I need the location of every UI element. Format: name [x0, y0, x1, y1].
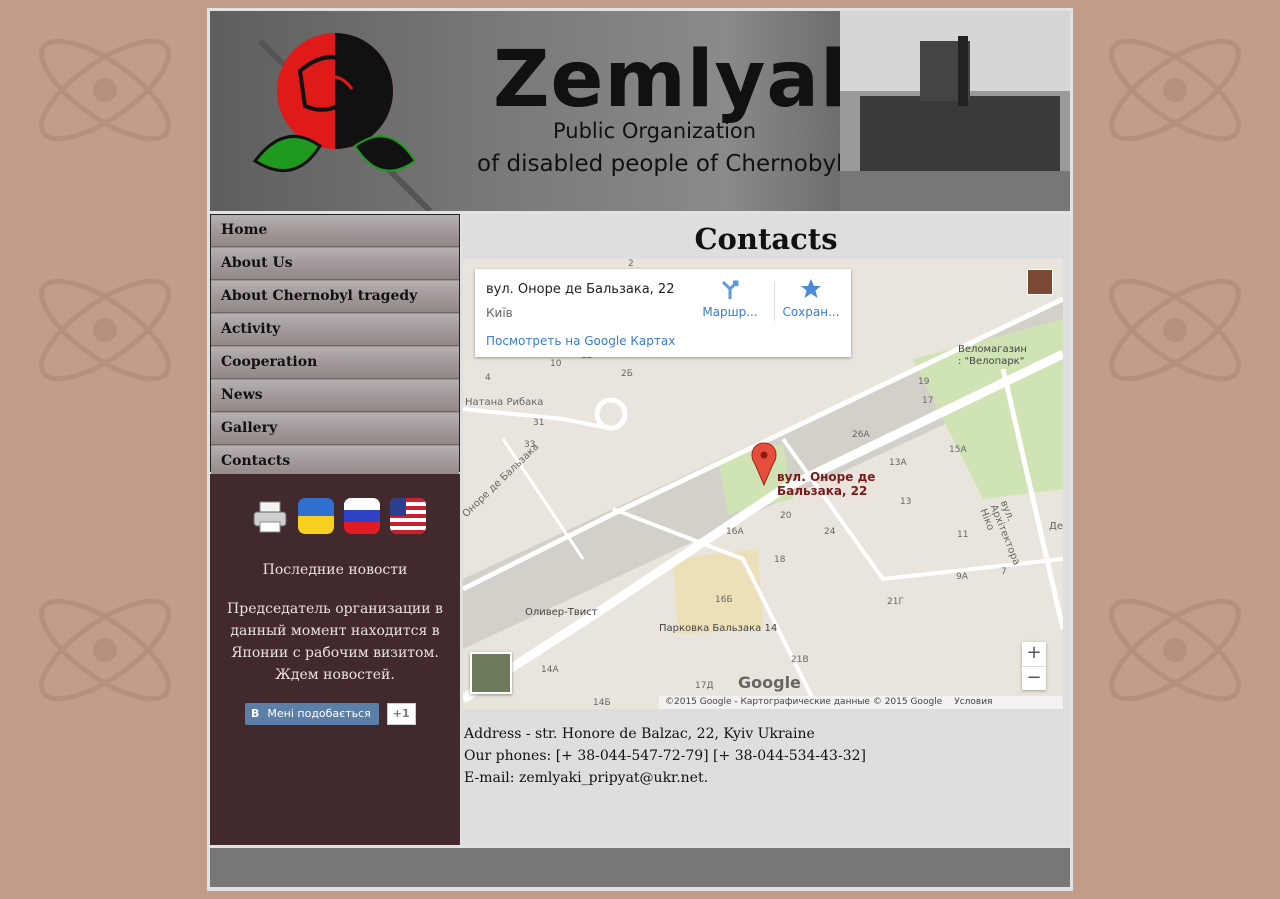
- contact-email: E-mail: zemlyaki_pripyat@ukr.net.: [464, 770, 709, 786]
- nav-item-cooperation[interactable]: Cooperation: [211, 347, 459, 379]
- latest-news-heading: Последние новости: [262, 562, 408, 578]
- flag-ukraine-icon[interactable]: [298, 498, 335, 534]
- latest-news-text: Председатель организации в данный момент…: [227, 601, 443, 683]
- map-poi-oliver-twist: Оливер-Твист: [525, 607, 598, 618]
- building-number: 18: [774, 555, 786, 565]
- building-number: 7: [1001, 567, 1007, 577]
- building-number: 17Д: [695, 681, 714, 691]
- building-number: 20: [780, 511, 792, 521]
- building-number: 21В: [791, 655, 809, 665]
- building-number: 31: [533, 418, 545, 428]
- map-info-card: вул. Оноре де Бальзака, 22 Київ Посмотре…: [475, 269, 851, 357]
- building-number: 19: [918, 377, 930, 387]
- site-footer: [210, 848, 1070, 887]
- map-poi-parking: Парковка Бальзака 14: [659, 623, 778, 634]
- building-number: 2: [628, 259, 634, 269]
- directions-button[interactable]: Маршр...: [698, 277, 762, 319]
- google-map-embed[interactable]: вул. Оноре де Бальзака Натана Рибака вул…: [463, 259, 1063, 709]
- rose-logo-icon: [252, 33, 433, 211]
- zoom-out-button[interactable]: −: [1022, 667, 1046, 691]
- building-number: 16А: [726, 527, 744, 537]
- vk-like-widget: В Мені подобається +1: [245, 703, 416, 725]
- map-attribution-bar: ©2015 Google - Картографические данные ©…: [659, 696, 1063, 709]
- building-number: 10: [550, 359, 562, 369]
- building-number: 11: [957, 530, 969, 540]
- site-subtitle-chernobyl: of disabled people of Chernobyl: [477, 151, 843, 177]
- nav-item-activity[interactable]: Activity: [211, 314, 459, 346]
- sidebar-icon-row: [252, 498, 431, 536]
- plus-one-counter[interactable]: +1: [386, 703, 416, 725]
- building-number: 17: [922, 396, 934, 406]
- reactor-photo: [840, 11, 1070, 211]
- page-container: Zemlyaki Public Organization of disabled…: [207, 8, 1073, 891]
- sidebar-panel: Последние новости Председатель организац…: [210, 474, 460, 845]
- map-marker-label: вул. Оноре де Бальзака, 22: [777, 470, 876, 498]
- building-number: 33: [524, 440, 536, 450]
- building-number: 13: [900, 497, 912, 507]
- zoom-in-button[interactable]: +: [1022, 642, 1046, 667]
- map-info-address: вул. Оноре де Бальзака, 22: [486, 282, 675, 297]
- nav-item-gallery[interactable]: Gallery: [211, 413, 459, 445]
- building-number: 24: [824, 527, 836, 537]
- vk-logo-icon: В: [251, 707, 260, 720]
- contact-phones: Our phones: [+ 38-044-547-72-79] [+ 38-0…: [464, 748, 866, 764]
- building-number: 26А: [852, 430, 870, 440]
- google-logo: Google: [738, 673, 801, 692]
- building-number: 4: [485, 373, 491, 383]
- map-label-street-rybaka: Натана Рибака: [465, 397, 544, 408]
- map-label-de: Де: [1049, 521, 1063, 532]
- star-icon: [801, 279, 821, 298]
- vk-like-button[interactable]: В Мені подобається: [245, 703, 379, 725]
- site-subtitle-organization: Public Organization: [553, 119, 757, 143]
- building-number: 2Б: [621, 369, 633, 379]
- contact-address: Address - str. Honore de Balzac, 22, Kyi…: [464, 726, 815, 742]
- map-info-city: Київ: [486, 306, 513, 320]
- building-number: 14А: [541, 665, 559, 675]
- contact-details: Address - str. Honore de Balzac, 22, Kyi…: [464, 723, 866, 789]
- flag-usa-icon[interactable]: [390, 498, 427, 534]
- building-number: 16Б: [715, 595, 733, 605]
- site-header-banner: Zemlyaki Public Organization of disabled…: [210, 11, 1070, 211]
- directions-icon: [721, 280, 739, 299]
- main-content: Contacts вул. Оноре де Бальзака: [462, 214, 1070, 845]
- map-poi-velomagazin: Веломагазин: "Велопарк": [958, 344, 1027, 367]
- nav-item-news[interactable]: News: [211, 380, 459, 412]
- map-attribution-text: ©2015 Google - Картографические данные ©…: [665, 697, 943, 707]
- satellite-view-thumbnail[interactable]: [470, 652, 512, 694]
- directions-label: Маршр...: [702, 305, 758, 319]
- flag-russia-icon[interactable]: [344, 498, 381, 534]
- info-card-divider: [774, 281, 775, 321]
- building-number: 9А: [956, 572, 968, 582]
- map-profile-avatar[interactable]: [1027, 269, 1053, 295]
- view-on-google-maps-link[interactable]: Посмотреть на Google Картах: [486, 334, 675, 348]
- nav-item-home[interactable]: Home: [211, 215, 459, 247]
- nav-item-about-chernobyl-tragedy[interactable]: About Chernobyl tragedy: [211, 281, 459, 313]
- save-place-button[interactable]: Сохран...: [779, 277, 843, 319]
- main-navigation: Home About Us About Chernobyl tragedy Ac…: [210, 214, 460, 478]
- save-place-label: Сохран...: [782, 305, 840, 319]
- page-title: Contacts: [694, 222, 838, 256]
- building-number: 15А: [949, 445, 967, 455]
- printer-icon[interactable]: [252, 498, 288, 534]
- vk-like-label: Мені подобається: [267, 707, 371, 720]
- map-zoom-control: + −: [1022, 642, 1046, 690]
- nav-item-about-us[interactable]: About Us: [211, 248, 459, 280]
- building-number: 21Г: [887, 597, 904, 607]
- building-number: 14Б: [593, 698, 611, 708]
- building-number: 13А: [889, 458, 907, 468]
